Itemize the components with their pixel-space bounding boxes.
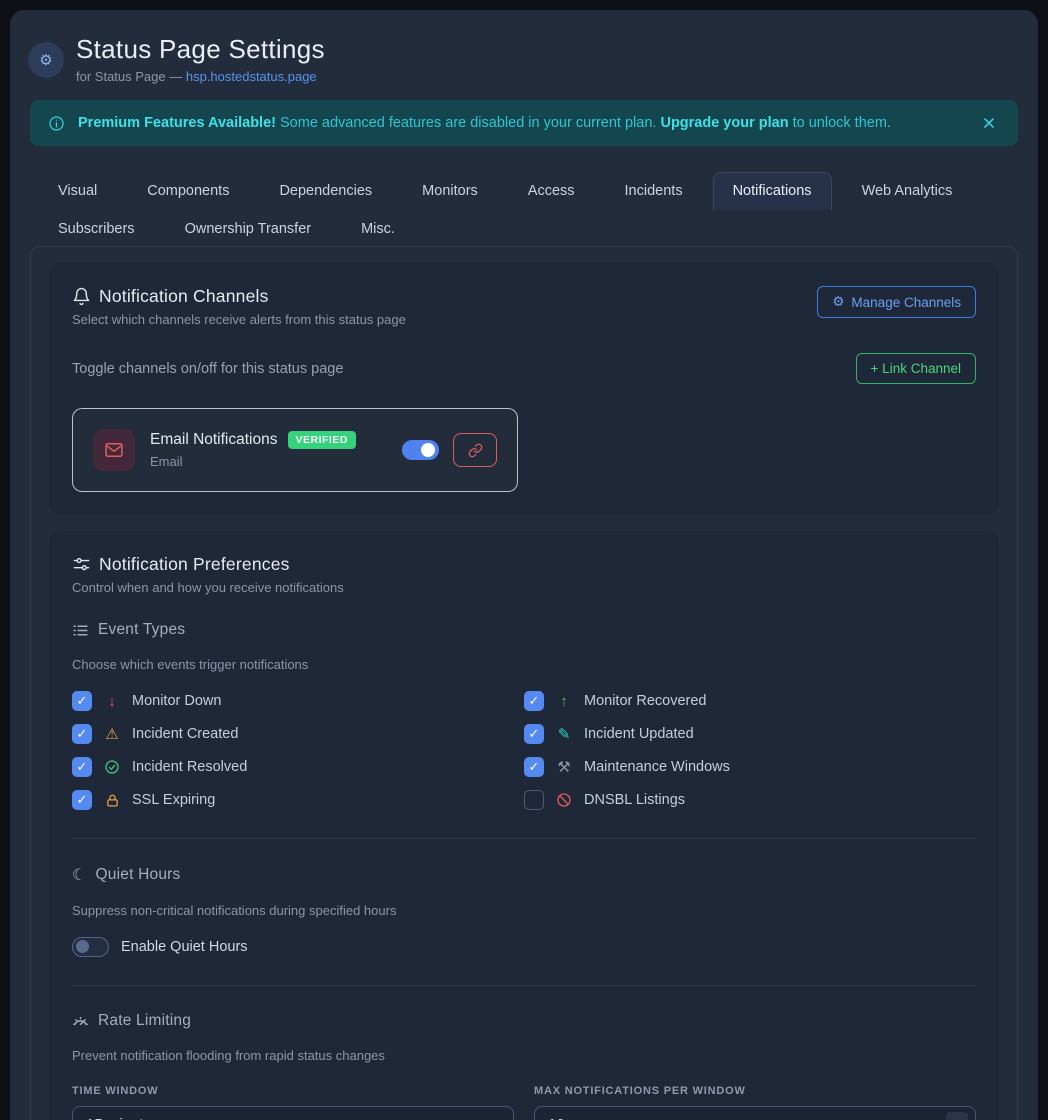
rate-limiting-header: Rate Limiting xyxy=(72,1012,976,1030)
quiet-hours-header: ☾ Quiet Hours xyxy=(72,865,976,885)
event-types-header: Event Types xyxy=(72,621,976,639)
pencil-icon: ✎ xyxy=(555,725,573,743)
status-page-link[interactable]: hsp.hostedstatus.page xyxy=(186,69,317,84)
tab-components[interactable]: Components xyxy=(127,172,249,210)
quiet-hours-subtitle: Suppress non-critical notifications duri… xyxy=(72,903,976,918)
premium-banner-message: Premium Features Available! Some advance… xyxy=(78,115,966,131)
lock-icon xyxy=(103,793,121,808)
event-types-grid: ✓ ↓ Monitor Down ✓ ↑ Monitor Recovered ✓… xyxy=(72,691,976,810)
notification-channels-card: Notification Channels Select which chann… xyxy=(49,263,999,515)
time-window-select[interactable]: 15 minutes xyxy=(72,1106,514,1120)
notifications-tab-content: Notification Channels Select which chann… xyxy=(30,246,1018,1120)
event-types-subtitle: Choose which events trigger notification… xyxy=(72,657,976,672)
max-notifications-label: MAX NOTIFICATIONS PER WINDOW xyxy=(534,1085,976,1097)
settings-panel: ⚙ Status Page Settings for Status Page —… xyxy=(10,10,1038,1120)
gear-icon: ⚙ xyxy=(832,294,844,310)
link-icon xyxy=(468,443,483,458)
premium-banner: Premium Features Available! Some advance… xyxy=(30,100,1018,146)
max-notifications-input[interactable]: 10 ▴ ▾ xyxy=(534,1106,976,1120)
tab-monitors[interactable]: Monitors xyxy=(402,172,498,210)
info-icon xyxy=(48,115,65,132)
tools-icon: ⚒ xyxy=(555,758,573,776)
checkbox[interactable]: ✓ xyxy=(524,757,544,777)
preferences-subtitle: Control when and how you receive notific… xyxy=(72,580,976,595)
event-incident-resolved[interactable]: ✓ Incident Resolved xyxy=(72,757,524,777)
tab-visual[interactable]: Visual xyxy=(38,172,117,210)
tab-ownership-transfer[interactable]: Ownership Transfer xyxy=(165,210,332,248)
email-icon xyxy=(93,429,135,471)
event-incident-created[interactable]: ✓ ⚠ Incident Created xyxy=(72,724,524,744)
link-channel-button[interactable]: + Link Channel xyxy=(856,353,976,384)
close-icon[interactable] xyxy=(978,112,1000,134)
tab-misc[interactable]: Misc. xyxy=(341,210,415,248)
chevron-down-icon xyxy=(485,1117,500,1120)
arrow-down-icon: ↓ xyxy=(103,693,121,710)
checkbox[interactable]: ✓ xyxy=(72,724,92,744)
bell-icon xyxy=(72,287,91,306)
checkbox[interactable]: ✓ xyxy=(524,724,544,744)
warning-icon: ⚠ xyxy=(103,725,121,743)
time-window-label: TIME WINDOW xyxy=(72,1085,514,1097)
event-monitor-down[interactable]: ✓ ↓ Monitor Down xyxy=(72,691,524,711)
event-incident-updated[interactable]: ✓ ✎ Incident Updated xyxy=(524,724,976,744)
channels-title: Notification Channels xyxy=(99,286,269,307)
channels-subtitle: Select which channels receive alerts fro… xyxy=(72,312,406,327)
event-dnsbl-listings[interactable]: ✓ DNSBL Listings xyxy=(524,790,976,810)
tab-dependencies[interactable]: Dependencies xyxy=(259,172,392,210)
preferences-title: Notification Preferences xyxy=(99,554,290,575)
page-subtitle: for Status Page — hsp.hostedstatus.page xyxy=(76,69,325,84)
checkbox[interactable]: ✓ xyxy=(72,757,92,777)
page-title: Status Page Settings xyxy=(76,34,325,65)
checkbox[interactable]: ✓ xyxy=(524,691,544,711)
unlink-channel-button[interactable] xyxy=(453,433,497,467)
tab-incidents[interactable]: Incidents xyxy=(605,172,703,210)
notification-preferences-card: Notification Preferences Control when an… xyxy=(49,531,999,1120)
gauge-icon xyxy=(72,1013,89,1030)
email-channel-toggle[interactable] xyxy=(402,440,439,460)
moon-icon: ☾ xyxy=(72,865,87,885)
checkbox[interactable]: ✓ xyxy=(524,790,544,810)
page-header: ⚙ Status Page Settings for Status Page —… xyxy=(10,10,1038,84)
checkbox[interactable]: ✓ xyxy=(72,691,92,711)
verified-badge: VERIFIED xyxy=(288,431,356,449)
event-maintenance-windows[interactable]: ✓ ⚒ Maintenance Windows xyxy=(524,757,976,777)
ban-icon xyxy=(555,792,573,808)
tab-access[interactable]: Access xyxy=(508,172,595,210)
divider xyxy=(72,985,976,986)
email-channel-card: Email Notifications VERIFIED Email xyxy=(72,408,518,492)
event-ssl-expiring[interactable]: ✓ SSL Expiring xyxy=(72,790,524,810)
divider xyxy=(72,838,976,839)
event-monitor-recovered[interactable]: ✓ ↑ Monitor Recovered xyxy=(524,691,976,711)
toggle-channels-hint: Toggle channels on/off for this status p… xyxy=(72,361,343,377)
sliders-icon xyxy=(72,555,91,574)
tab-notifications[interactable]: Notifications xyxy=(713,172,832,210)
settings-tabs: Visual Components Dependencies Monitors … xyxy=(38,172,1010,248)
manage-channels-button[interactable]: ⚙ Manage Channels xyxy=(817,286,976,318)
rate-limiting-subtitle: Prevent notification flooding from rapid… xyxy=(72,1048,976,1063)
channel-name: Email Notifications xyxy=(150,431,278,449)
tab-subscribers[interactable]: Subscribers xyxy=(38,210,155,248)
quiet-hours-toggle-label: Enable Quiet Hours xyxy=(121,939,248,955)
check-circle-icon xyxy=(103,759,121,775)
arrow-up-icon: ↑ xyxy=(555,693,573,710)
checkbox[interactable]: ✓ xyxy=(72,790,92,810)
number-stepper[interactable]: ▴ ▾ xyxy=(946,1112,968,1120)
tab-web-analytics[interactable]: Web Analytics xyxy=(842,172,973,210)
gear-icon: ⚙ xyxy=(28,42,64,78)
channel-type: Email xyxy=(150,454,387,469)
list-icon xyxy=(72,622,89,639)
upgrade-plan-link[interactable]: Upgrade your plan xyxy=(660,115,788,131)
quiet-hours-toggle[interactable] xyxy=(72,937,109,957)
